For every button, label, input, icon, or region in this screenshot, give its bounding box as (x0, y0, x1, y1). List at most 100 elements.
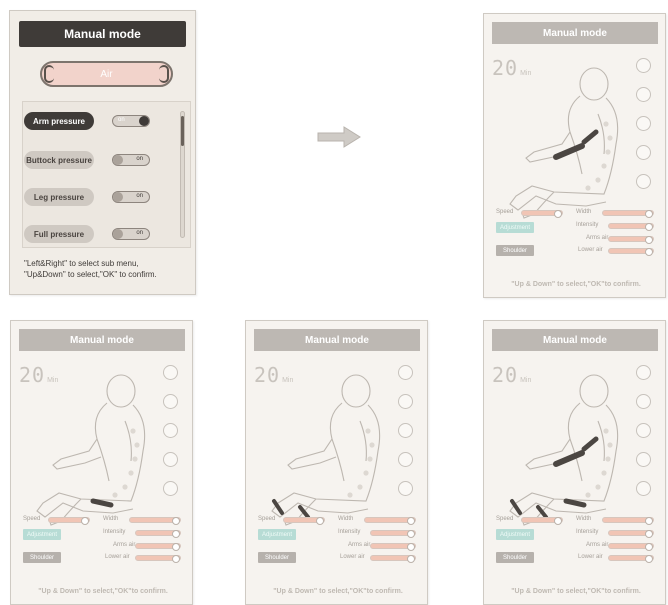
zone-circle-button[interactable] (398, 423, 413, 438)
zone-circle-button[interactable] (163, 423, 178, 438)
slider-knob[interactable] (172, 517, 180, 525)
zone-buttons (636, 365, 651, 510)
shoulder-button[interactable]: Shoulder (258, 552, 296, 563)
menu-hint: "Left&Right" to select sub menu, "Up&Dow… (24, 258, 194, 280)
adjustment-button[interactable]: Adjustment (496, 529, 534, 540)
screen-hint: "Up & Down" to select,"OK"to confirm. (273, 588, 403, 595)
slider-knob[interactable] (645, 517, 653, 525)
air-tab[interactable]: Air (40, 61, 173, 87)
slider-knob[interactable] (554, 210, 562, 218)
shoulder-button[interactable]: Shoulder (496, 552, 534, 563)
toggle-knob (139, 116, 149, 126)
zone-circle-button[interactable] (163, 365, 178, 380)
speed-label: Speed (23, 516, 41, 522)
intensity-slider[interactable] (608, 530, 654, 538)
arms-air-slider[interactable] (135, 543, 181, 551)
zone-circle-button[interactable] (636, 423, 651, 438)
slider-knob[interactable] (645, 543, 653, 551)
lower-air-slider[interactable] (135, 555, 181, 563)
width-slider[interactable] (364, 517, 416, 525)
screen-title: Manual mode (492, 22, 658, 44)
lower-air-slider[interactable] (608, 555, 654, 563)
speed-slider[interactable] (521, 210, 563, 218)
width-label: Width (576, 209, 592, 215)
zone-circle-button[interactable] (636, 452, 651, 467)
lower-air-label: Lower air (105, 554, 130, 560)
slider-knob[interactable] (407, 555, 415, 563)
width-slider[interactable] (129, 517, 181, 525)
shoulder-button[interactable]: Shoulder (23, 552, 61, 563)
arm-pressure-toggle[interactable]: on (112, 115, 150, 127)
menu-hint-line2: "Up&Down" to select,"OK" to confirm. (24, 270, 157, 279)
list-scrollbar[interactable] (180, 111, 185, 238)
lower-air-slider[interactable] (608, 248, 654, 256)
slider-knob[interactable] (81, 517, 89, 525)
adjustment-button[interactable]: Adjustment (258, 529, 296, 540)
full-pressure-toggle-text: on (136, 230, 143, 236)
list-item-arm-pressure[interactable]: Arm pressure on (24, 112, 184, 130)
speed-label: Speed (496, 209, 514, 215)
body-figure (509, 67, 619, 219)
slider-knob[interactable] (645, 530, 653, 538)
slider-knob[interactable] (407, 543, 415, 551)
zone-circle-button[interactable] (636, 145, 651, 160)
zone-circle-button[interactable] (636, 58, 651, 73)
width-label: Width (338, 516, 354, 522)
slider-knob[interactable] (172, 543, 180, 551)
speed-slider[interactable] (283, 517, 325, 525)
zone-circle-button[interactable] (398, 452, 413, 467)
list-item-buttock-pressure[interactable]: Buttock pressure on (24, 151, 184, 169)
full-pressure-toggle[interactable]: on (112, 228, 150, 240)
slider-knob[interactable] (407, 530, 415, 538)
lower-air-slider[interactable] (370, 555, 416, 563)
screen-hint: "Up & Down" to select,"OK"to confirm. (511, 281, 641, 288)
slider-knob[interactable] (407, 517, 415, 525)
slider-knob[interactable] (645, 210, 653, 218)
scrollbar-thumb[interactable] (181, 116, 184, 146)
width-slider[interactable] (602, 210, 654, 218)
speed-slider[interactable] (521, 517, 563, 525)
arms-air-slider[interactable] (608, 236, 654, 244)
zone-circle-button[interactable] (636, 481, 651, 496)
menu-hint-line1: "Left&Right" to select sub menu, (24, 259, 139, 268)
slider-knob[interactable] (645, 555, 653, 563)
intensity-slider[interactable] (370, 530, 416, 538)
zone-circle-button[interactable] (398, 481, 413, 496)
zone-circle-button[interactable] (636, 394, 651, 409)
intensity-slider[interactable] (608, 223, 654, 231)
zone-circle-button[interactable] (636, 87, 651, 102)
leg-pressure-toggle[interactable]: on (112, 191, 150, 203)
zone-buttons (398, 365, 413, 510)
list-item-leg-pressure[interactable]: Leg pressure on (24, 188, 184, 206)
zone-circle-button[interactable] (636, 174, 651, 189)
slider-knob[interactable] (645, 223, 653, 231)
zone-circle-button[interactable] (163, 452, 178, 467)
intensity-slider[interactable] (135, 530, 181, 538)
arms-air-slider[interactable] (608, 543, 654, 551)
slider-knob[interactable] (645, 236, 653, 244)
slider-knob[interactable] (172, 530, 180, 538)
zone-circle-button[interactable] (163, 394, 178, 409)
zone-circle-button[interactable] (636, 365, 651, 380)
zone-circle-button[interactable] (163, 481, 178, 496)
upper-arm-airbag-mark (581, 436, 599, 452)
shoulder-button[interactable]: Shoulder (496, 245, 534, 256)
calf-airbag-mark (563, 498, 587, 508)
slider-knob[interactable] (645, 248, 653, 256)
width-slider[interactable] (602, 517, 654, 525)
adjustment-button[interactable]: Adjustment (496, 222, 534, 233)
zone-circle-button[interactable] (398, 394, 413, 409)
toggle-knob (113, 192, 123, 202)
manual-mode-menu-panel: Manual mode Air Arm pressure on Buttock … (9, 10, 196, 295)
slider-knob[interactable] (554, 517, 562, 525)
buttock-pressure-toggle[interactable]: on (112, 154, 150, 166)
arms-air-slider[interactable] (370, 543, 416, 551)
list-item-full-pressure[interactable]: Full pressure on (24, 225, 184, 243)
zone-circle-button[interactable] (636, 116, 651, 131)
zone-circle-button[interactable] (398, 365, 413, 380)
speed-slider[interactable] (48, 517, 90, 525)
slider-knob[interactable] (172, 555, 180, 563)
slider-knob[interactable] (316, 517, 324, 525)
adjustment-button[interactable]: Adjustment (23, 529, 61, 540)
intensity-label: Intensity (576, 222, 599, 228)
